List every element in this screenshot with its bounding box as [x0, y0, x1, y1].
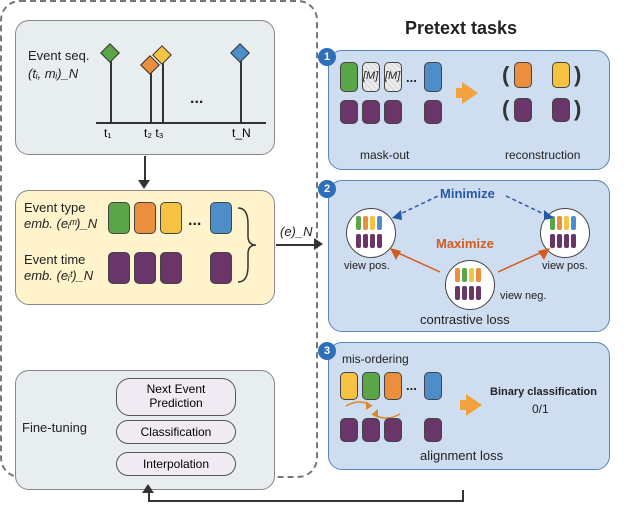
- t2-max-arrow-left: [390, 248, 450, 278]
- t3-time-3: [384, 418, 402, 442]
- t1-recon-time-1: [514, 98, 532, 122]
- finetune-item-interp: Interpolation: [116, 452, 236, 476]
- t3-type-yellow: [340, 372, 358, 400]
- event-stem-n: [240, 60, 242, 122]
- finetune-item-class: Classification: [116, 420, 236, 444]
- emb-type-1: Event type: [24, 200, 85, 215]
- type-emb-green: [108, 202, 130, 234]
- t1-bracket-l2: (: [502, 96, 509, 122]
- t3-type-green: [362, 372, 380, 400]
- t1-reconstruction-label: reconstruction: [505, 148, 580, 162]
- event-seq-label-1: Event seq.: [28, 48, 89, 63]
- event-stem-2: [150, 70, 152, 122]
- type-emb-blue: [210, 202, 232, 234]
- emb-bracket-icon: [234, 204, 264, 286]
- t1-bracket-r2: ): [574, 96, 581, 122]
- arrow-pretext-to-fine-head: [142, 484, 154, 493]
- t2-viewpos-r: view pos.: [542, 260, 588, 272]
- tick-tn: t_N: [232, 126, 251, 140]
- arrow-emb-to-pretext-line: [276, 244, 316, 246]
- t1-recon-time-2: [552, 98, 570, 122]
- t1-type-green: [340, 62, 358, 92]
- arrow-seq-to-emb-line: [144, 156, 146, 182]
- t3-time-2: [362, 418, 380, 442]
- arrow-seq-to-emb-head: [138, 180, 150, 189]
- t1-recon-orange: [514, 62, 532, 88]
- emb-ellipsis: ...: [188, 212, 201, 230]
- t3-binary-label: Binary classification: [490, 386, 597, 398]
- time-emb-2: [134, 252, 156, 284]
- t1-time-n: [424, 100, 442, 124]
- t1-fat-arrow-icon: [462, 82, 478, 104]
- badge-1: 1: [318, 48, 336, 66]
- arrow-pretext-to-fine-h: [148, 500, 464, 502]
- emb-type-2: emb. (eᵢᵐ)_N: [24, 216, 97, 231]
- event-stem-1: [110, 60, 112, 122]
- t1-time-1: [340, 100, 358, 124]
- t3-time-1: [340, 418, 358, 442]
- t3-type-blue: [424, 372, 442, 400]
- t3-time-n: [424, 418, 442, 442]
- t2-max-arrow-right: [490, 248, 550, 278]
- t2-viewneg: view neg.: [500, 290, 546, 302]
- badge-2: 2: [318, 180, 336, 198]
- t3-ellipsis: ...: [406, 378, 417, 393]
- t3-swap-arrows-icon: [338, 400, 408, 420]
- event-seq-label-2: (tᵢ, mᵢ)_N: [28, 66, 78, 81]
- emb-time-2: emb. (eᵢᵗ)_N: [24, 268, 93, 283]
- time-emb-1: [108, 252, 130, 284]
- t1-mask-label-2: [M]: [385, 70, 400, 82]
- arrow-pretext-to-fine-u: [148, 492, 150, 502]
- t3-fat-arrow-icon: [466, 394, 482, 416]
- time-emb-3: [160, 252, 182, 284]
- type-emb-yellow: [160, 202, 182, 234]
- tick-t1: t₁: [104, 126, 111, 140]
- badge-3: 3: [318, 342, 336, 360]
- finetune-item-next: Next Event Prediction: [116, 378, 236, 416]
- t1-time-3: [384, 100, 402, 124]
- arrow-emb-label: (e)_N: [280, 224, 313, 239]
- timeline-axis: [96, 122, 266, 124]
- t1-bracket-l1: (: [502, 62, 509, 88]
- arrow-emb-to-pretext-head: [314, 238, 323, 250]
- seq-ellipsis: ...: [190, 90, 203, 108]
- t2-minimize-label: Minimize: [440, 186, 495, 201]
- type-emb-orange: [134, 202, 156, 234]
- finetune-title: Fine-tuning: [22, 420, 87, 435]
- event-stem-3: [162, 62, 164, 122]
- t1-type-blue: [424, 62, 442, 92]
- t2-min-arrow-left: [392, 192, 446, 222]
- t1-maskout-label: mask-out: [360, 148, 409, 162]
- t3-type-orange: [384, 372, 402, 400]
- t1-ellipsis: ...: [406, 70, 417, 85]
- pretext-title: Pretext tasks: [405, 18, 517, 39]
- t1-mask-label-1: [M]: [363, 70, 378, 82]
- t2-caption: contrastive loss: [420, 312, 510, 327]
- time-emb-n: [210, 252, 232, 284]
- t1-time-2: [362, 100, 380, 124]
- t2-viewpos-l: view pos.: [344, 260, 390, 272]
- emb-time-1: Event time: [24, 252, 85, 267]
- t3-zero-one: 0/1: [532, 402, 549, 416]
- tick-t2t3: t₂ t₃: [144, 126, 164, 140]
- t1-bracket-r1: ): [574, 62, 581, 88]
- t2-min-arrow-right: [500, 192, 554, 222]
- t3-misorder-label: mis-ordering: [342, 352, 409, 366]
- t3-caption: alignment loss: [420, 448, 503, 463]
- t1-recon-yellow: [552, 62, 570, 88]
